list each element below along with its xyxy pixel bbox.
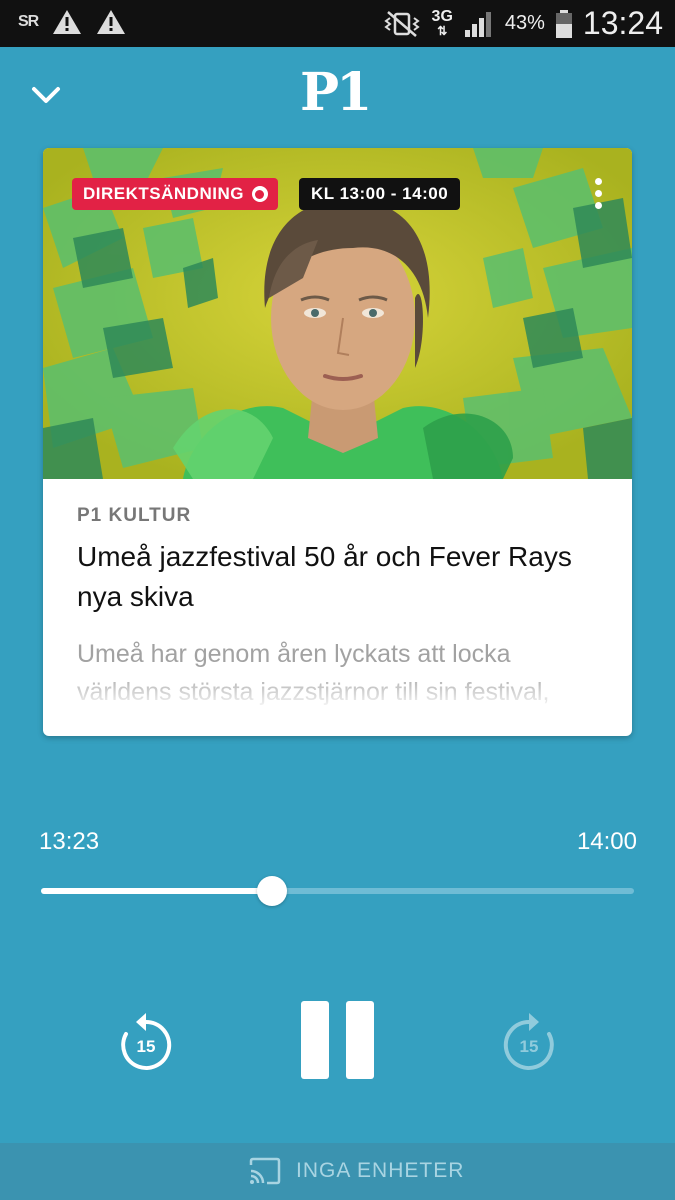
battery-percent: 43% bbox=[504, 12, 545, 34]
chevron-down-icon bbox=[32, 87, 60, 103]
warning-icon bbox=[97, 10, 126, 34]
forward-15-button[interactable]: 15 bbox=[500, 1012, 558, 1072]
cast-icon bbox=[249, 1157, 281, 1185]
status-left-icons: SR bbox=[18, 8, 126, 36]
rewind-seconds: 15 bbox=[137, 1037, 156, 1056]
more-options-button[interactable] bbox=[586, 174, 610, 214]
vibrate-muted-icon bbox=[383, 10, 420, 37]
app-bar: P1 bbox=[0, 47, 675, 142]
progress-slider[interactable] bbox=[41, 876, 634, 906]
pause-icon bbox=[301, 1001, 329, 1079]
forward-seconds: 15 bbox=[520, 1037, 539, 1056]
forward-15-icon: 15 bbox=[503, 1013, 554, 1070]
channel-logo: P1 bbox=[300, 62, 372, 123]
network-type: 3G ⇅ bbox=[431, 7, 453, 38]
status-right-icons: 3G ⇅ 43% 13:24 bbox=[382, 0, 663, 47]
signal-icon bbox=[464, 11, 491, 37]
episode-card[interactable]: DIREKTSÄNDNING KL 13:00 - 14:00 P1 KULTU… bbox=[43, 148, 632, 736]
live-label: DIREKTSÄNDNING bbox=[83, 184, 244, 203]
status-bar: SR 3G ⇅ 43% 13:24 bbox=[0, 0, 675, 47]
warning-icon bbox=[53, 10, 82, 34]
episode-image: DIREKTSÄNDNING KL 13:00 - 14:00 bbox=[43, 148, 632, 479]
cast-label: INGA ENHETER bbox=[296, 1159, 465, 1182]
collapse-player-button[interactable] bbox=[24, 73, 68, 117]
broadcast-time-badge: KL 13:00 - 14:00 bbox=[299, 178, 461, 210]
clock: 13:24 bbox=[582, 5, 663, 41]
end-time-label: 14:00 bbox=[576, 828, 637, 855]
progress-fill bbox=[41, 888, 273, 894]
battery-icon bbox=[555, 9, 572, 38]
data-arrows-icon: ⇅ bbox=[437, 23, 448, 38]
live-badge: DIREKTSÄNDNING bbox=[72, 178, 278, 210]
pause-button[interactable] bbox=[301, 1001, 374, 1079]
episode-details: P1 KULTUR Umeå jazzfestival 50 år och Fe… bbox=[77, 505, 607, 711]
episode-title: Umeå jazzfestival 50 år och Fever Rays n… bbox=[77, 541, 572, 612]
rewind-15-button[interactable]: 15 bbox=[117, 1012, 175, 1072]
channel-kicker: P1 KULTUR bbox=[77, 505, 192, 526]
sr-app-icon: SR bbox=[18, 13, 39, 30]
more-vert-icon bbox=[594, 178, 602, 185]
live-record-icon bbox=[251, 186, 268, 202]
cast-devices-bar[interactable]: INGA ENHETER bbox=[0, 1143, 675, 1200]
rewind-15-icon: 15 bbox=[121, 1013, 172, 1070]
network-label: 3G bbox=[431, 7, 453, 25]
progress-thumb[interactable] bbox=[257, 876, 288, 906]
episode-description: Umeå har genom åren lyckats att locka vä… bbox=[77, 635, 607, 711]
current-time-label: 13:23 bbox=[39, 828, 100, 855]
